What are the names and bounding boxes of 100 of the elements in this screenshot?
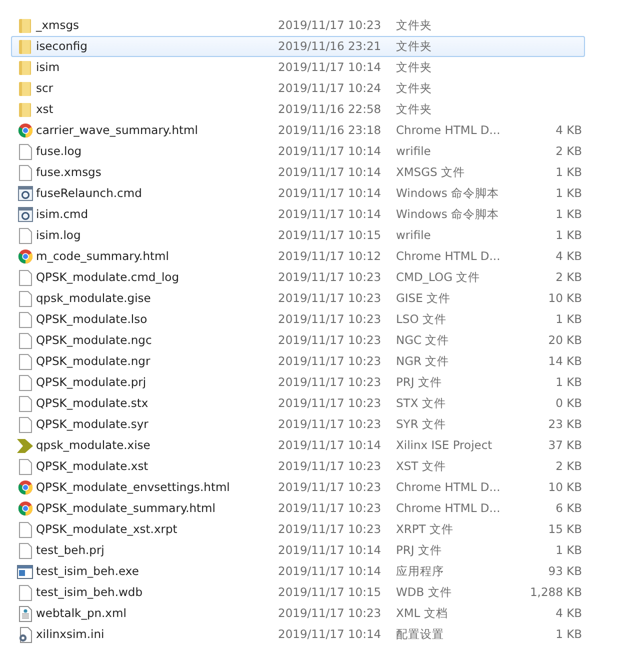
file-row[interactable]: m_code_summary.html 2019/11/17 10:12 Chrome HTML D... 4 KB	[11, 246, 585, 267]
file-size: 1 KB	[554, 185, 582, 202]
chrome-icon	[18, 123, 32, 138]
file-row[interactable]: fuse.xmsgs 2019/11/17 10:14 XMSGS 文件 1 KB	[11, 162, 585, 183]
file-row[interactable]: test_isim_beh.wdb 2019/11/17 10:15 WDB 文件 1,288 KB	[11, 582, 585, 603]
modified-date: 2019/11/17 10:14	[278, 185, 382, 202]
folder-icon	[18, 38, 32, 54]
file-name: QPSK_modulate.lso	[36, 311, 148, 328]
file-row[interactable]: xst 2019/11/16 22:58 文件夹	[11, 99, 585, 120]
file-row[interactable]: QPSK_modulate.prj 2019/11/17 10:23 PRJ 文件 1 KB	[11, 372, 585, 393]
file-size: 1 KB	[554, 206, 582, 223]
file-row[interactable]: isim.cmd 2019/11/17 10:14 Windows 命令脚本 1 KB	[11, 204, 585, 225]
chrome-icon	[18, 249, 32, 264]
file-name: QPSK_modulate.stx	[36, 395, 150, 412]
file-name: qpsk_modulate.gise	[36, 290, 152, 307]
file-row[interactable]: carrier_wave_summary.html 2019/11/16 23:18 Chrome HTML D... 4 KB	[11, 120, 585, 141]
file-size: 14 KB	[547, 353, 582, 370]
modified-date: 2019/11/17 10:12	[278, 248, 382, 265]
file-name: fuse.log	[36, 143, 83, 160]
file-row[interactable]: fuseRelaunch.cmd 2019/11/17 10:14 Windows 命令脚本 1 KB	[11, 183, 585, 204]
file-size: 10 KB	[547, 290, 582, 307]
gear-window-icon	[18, 186, 32, 201]
file-type: NGC 文件	[396, 332, 450, 349]
file-type: STX 文件	[396, 395, 447, 412]
document-icon	[18, 228, 32, 244]
file-name: xst	[36, 101, 54, 118]
file-size: 1,288 KB	[528, 584, 582, 601]
file-type: wrifile	[396, 227, 432, 244]
document-icon	[18, 374, 32, 390]
file-row[interactable]: isim 2019/11/17 10:14 文件夹	[11, 57, 585, 78]
file-row[interactable]: QPSK_modulate.xst 2019/11/17 10:23 XST 文件 2 KB	[11, 456, 585, 477]
file-size: 1 KB	[554, 164, 582, 181]
file-name: QPSK_modulate_xst.xrpt	[36, 521, 178, 538]
folder-icon	[18, 102, 32, 118]
file-row[interactable]: QPSK_modulate.cmd_log 2019/11/17 10:23 CMD_LOG 文件 2 KB	[11, 267, 585, 288]
document-icon	[18, 290, 32, 306]
file-name: m_code_summary.html	[36, 248, 170, 265]
file-name: carrier_wave_summary.html	[36, 122, 199, 139]
file-name: QPSK_modulate.ngr	[36, 353, 152, 370]
file-name: xilinxsim.ini	[36, 626, 106, 643]
document-icon	[18, 542, 32, 558]
file-row[interactable]: xilinxsim.ini 2019/11/17 10:14 配置设置 1 KB	[11, 624, 585, 645]
file-type: LSO 文件	[396, 311, 448, 328]
document-icon	[18, 332, 32, 348]
file-row[interactable]: QPSK_modulate_envsettings.html 2019/11/17 10:23 Chrome HTML D... 10 KB	[11, 477, 585, 498]
settings-file-icon	[18, 626, 32, 642]
file-row[interactable]: QPSK_modulate.syr 2019/11/17 10:23 SYR 文件 23 KB	[11, 414, 585, 435]
file-row[interactable]: scr 2019/11/17 10:24 文件夹	[11, 78, 585, 99]
file-name: QPSK_modulate.syr	[36, 416, 150, 433]
xml-document-icon	[18, 606, 32, 622]
file-size: 4 KB	[554, 605, 582, 622]
file-type: Xilinx ISE Project	[396, 437, 494, 454]
file-size: 37 KB	[547, 437, 582, 454]
file-type: WDB 文件	[396, 584, 453, 601]
file-row[interactable]: QPSK_modulate_xst.xrpt 2019/11/17 10:23 XRPT 文件 15 KB	[11, 519, 585, 540]
gear-window-icon	[18, 207, 32, 222]
file-row[interactable]: isim.log 2019/11/17 10:15 wrifile 1 KB	[11, 225, 585, 246]
file-name: QPSK_modulate.prj	[36, 374, 148, 391]
modified-date: 2019/11/16 23:18	[278, 122, 382, 139]
modified-date: 2019/11/17 10:23	[278, 395, 382, 412]
modified-date: 2019/11/16 23:21	[278, 38, 382, 55]
file-row[interactable]: webtalk_pn.xml 2019/11/17 10:23 XML 文档 4 KB	[11, 603, 585, 624]
file-row[interactable]: QPSK_modulate_summary.html 2019/11/17 10:23 Chrome HTML D... 6 KB	[11, 498, 585, 519]
file-name: isim.log	[36, 227, 82, 244]
modified-date: 2019/11/17 10:23	[278, 311, 382, 328]
folder-icon	[18, 60, 32, 76]
modified-date: 2019/11/17 10:23	[278, 17, 382, 34]
file-size: 1 KB	[554, 227, 582, 244]
file-size: 2 KB	[554, 458, 582, 475]
file-name: QPSK_modulate.cmd_log	[36, 269, 180, 286]
modified-date: 2019/11/17 10:14	[278, 59, 382, 76]
modified-date: 2019/11/17 10:23	[278, 269, 382, 286]
file-name: test_beh.prj	[36, 542, 106, 559]
file-row[interactable]: test_isim_beh.exe 2019/11/17 10:14 应用程序 93 KB	[11, 561, 585, 582]
file-row[interactable]: QPSK_modulate.ngr 2019/11/17 10:23 NGR 文件 14 KB	[11, 351, 585, 372]
modified-date: 2019/11/17 10:23	[278, 479, 382, 496]
file-row[interactable]: test_beh.prj 2019/11/17 10:14 PRJ 文件 1 KB	[11, 540, 585, 561]
file-row[interactable]: QPSK_modulate.stx 2019/11/17 10:23 STX 文件 0 KB	[11, 393, 585, 414]
modified-date: 2019/11/17 10:14	[278, 437, 382, 454]
file-type: 应用程序	[396, 563, 445, 580]
file-row[interactable]: QPSK_modulate.lso 2019/11/17 10:23 LSO 文件 1 KB	[11, 309, 585, 330]
program-window-icon	[17, 564, 33, 578]
chevron-icon	[17, 438, 33, 452]
modified-date: 2019/11/17 10:23	[278, 332, 382, 349]
file-row[interactable]: QPSK_modulate.ngc 2019/11/17 10:23 NGC 文件 20 KB	[11, 330, 585, 351]
document-icon	[18, 458, 32, 474]
modified-date: 2019/11/17 10:23	[278, 500, 382, 517]
file-row[interactable]: fuse.log 2019/11/17 10:14 wrifile 2 KB	[11, 141, 585, 162]
selected-file-row[interactable]: iseconfig 2019/11/16 23:21 文件夹	[11, 36, 585, 57]
file-row[interactable]: qpsk_modulate.gise 2019/11/17 10:23 GISE 文件 10 KB	[11, 288, 585, 309]
file-row[interactable]: _xmsgs 2019/11/17 10:23 文件夹	[11, 15, 585, 36]
modified-date: 2019/11/17 10:23	[278, 521, 382, 538]
modified-date: 2019/11/17 10:15	[278, 584, 382, 601]
modified-date: 2019/11/17 10:15	[278, 227, 382, 244]
file-size: 93 KB	[547, 563, 582, 580]
chrome-icon	[18, 480, 32, 495]
file-type: XMSGS 文件	[396, 164, 466, 181]
file-row[interactable]: qpsk_modulate.xise 2019/11/17 10:14 Xilinx ISE Project 37 KB	[11, 435, 585, 456]
modified-date: 2019/11/17 10:14	[278, 563, 382, 580]
modified-date: 2019/11/17 10:24	[278, 80, 382, 97]
